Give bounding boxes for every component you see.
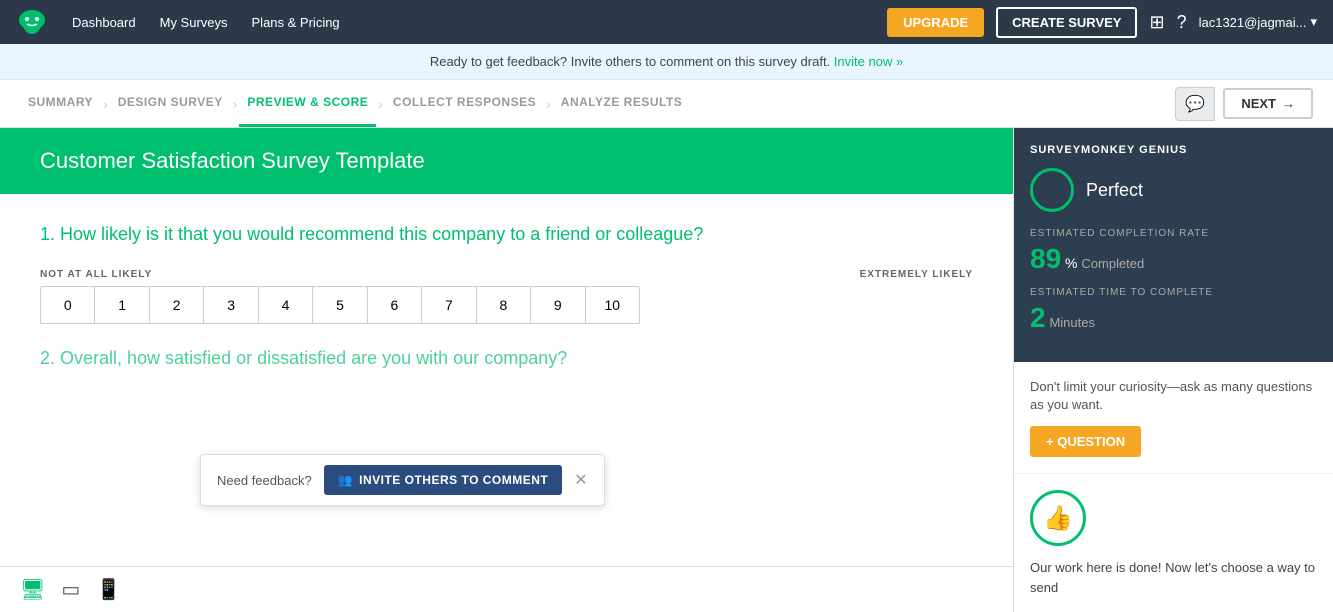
breadcrumb-preview-score[interactable]: PREVIEW & SCORE	[239, 80, 376, 127]
banner-invite-text: Invite others to comment on this survey …	[571, 54, 830, 69]
breadcrumb-collect-responses[interactable]: COLLECT RESPONSES	[385, 80, 544, 127]
breadcrumb-arrow-4: ›	[546, 96, 551, 112]
apps-icon[interactable]: ⊞	[1149, 12, 1164, 33]
scale-cell-10[interactable]: 10	[586, 287, 639, 323]
survey-area: Customer Satisfaction Survey Template 1.…	[0, 128, 1013, 612]
completion-rate-number: 89	[1030, 243, 1061, 274]
nav-plans-pricing[interactable]: Plans & Pricing	[252, 15, 340, 30]
upgrade-button[interactable]: UPGRADE	[887, 8, 984, 37]
scale-cell-6[interactable]: 6	[368, 287, 422, 323]
invite-others-button[interactable]: 👥 INVITE OTHERS TO COMMENT	[324, 465, 563, 495]
right-panel: SURVEYMONKEY GENIUS Perfect ESTIMATED CO…	[1013, 128, 1333, 612]
scale-cell-7[interactable]: 7	[422, 287, 476, 323]
breadcrumb-nav: SUMMARY › DESIGN SURVEY › PREVIEW & SCOR…	[0, 80, 1333, 128]
feedback-popup: Need feedback? 👥 INVITE OTHERS TO COMMEN…	[200, 454, 605, 506]
close-feedback-popup[interactable]: ✕	[574, 470, 587, 490]
invite-banner: Ready to get feedback? Invite others to …	[0, 44, 1333, 80]
main-layout: Customer Satisfaction Survey Template 1.…	[0, 128, 1333, 612]
tip-panel: Don't limit your curiosity—ask as many q…	[1014, 362, 1333, 474]
time-value: 2 Minutes	[1030, 302, 1317, 334]
genius-title: SURVEYMONKEY GENIUS	[1030, 144, 1317, 156]
invite-button-label: INVITE OTHERS TO COMMENT	[359, 473, 548, 487]
breadcrumb-arrow-3: ›	[378, 96, 383, 112]
right-bottom: 👍 Our work here is done! Now let's choos…	[1014, 474, 1333, 612]
time-title: ESTIMATED TIME TO COMPLETE	[1030, 287, 1317, 298]
breadcrumb-design-survey[interactable]: DESIGN SURVEY	[110, 80, 231, 127]
tip-text: Don't limit your curiosity—ask as many q…	[1030, 378, 1317, 414]
scale-labels: NOT AT ALL LIKELY EXTREMELY LIKELY	[40, 269, 973, 280]
breadcrumb-arrow-2: ›	[233, 96, 238, 112]
create-survey-button[interactable]: CREATE SURVEY	[996, 7, 1137, 38]
breadcrumb-actions: 💬 NEXT →	[1175, 87, 1313, 121]
banner-ready-text: Ready to get feedback?	[430, 54, 567, 69]
question-2-label: 2. Overall, how satisfied or dissatisfie…	[40, 348, 973, 369]
scale-cell-8[interactable]: 8	[477, 287, 531, 323]
breadcrumb-summary[interactable]: SUMMARY	[20, 80, 101, 127]
minutes-text: Minutes	[1049, 315, 1095, 330]
thumbs-up-icon: 👍	[1030, 490, 1086, 546]
completion-rate-stat: ESTIMATED COMPLETION RATE 89 % Completed	[1030, 228, 1317, 275]
top-navigation: Dashboard My Surveys Plans & Pricing UPG…	[0, 0, 1333, 44]
scale-min-label: NOT AT ALL LIKELY	[40, 269, 152, 280]
time-number: 2	[1030, 302, 1046, 333]
scale-cell-9[interactable]: 9	[531, 287, 585, 323]
breadcrumb-arrow-1: ›	[103, 96, 108, 112]
scale-cell-1[interactable]: 1	[95, 287, 149, 323]
nav-links: Dashboard My Surveys Plans & Pricing	[72, 15, 863, 30]
scale-cell-5[interactable]: 5	[313, 287, 367, 323]
completion-rate-title: ESTIMATED COMPLETION RATE	[1030, 228, 1317, 239]
scale-max-label: EXTREMELY LIKELY	[860, 269, 973, 280]
feedback-label: Need feedback?	[217, 473, 312, 488]
right-bottom-text: Our work here is done! Now let's choose …	[1030, 558, 1317, 597]
banner-invite-link[interactable]: Invite now »	[834, 54, 903, 69]
nav-dashboard[interactable]: Dashboard	[72, 15, 136, 30]
scale-cell-3[interactable]: 3	[204, 287, 258, 323]
user-menu[interactable]: lac1321@jagmai... ▾	[1199, 14, 1317, 30]
logo[interactable]	[16, 6, 48, 38]
question-1-label: 1. How likely is it that you would recom…	[40, 224, 973, 245]
add-question-button[interactable]: + QUESTION	[1030, 426, 1141, 457]
tablet-icon[interactable]: ▭	[61, 577, 80, 602]
completion-rate-unit: %	[1065, 255, 1077, 271]
scale-cell-0[interactable]: 0	[41, 287, 95, 323]
device-bar: 🖥 ▭ 📱	[0, 566, 1013, 612]
nav-actions: UPGRADE CREATE SURVEY ⊞ ? lac1321@jagmai…	[887, 7, 1317, 38]
breadcrumb-analyze-results[interactable]: ANALYZE RESULTS	[553, 80, 691, 127]
help-icon[interactable]: ?	[1177, 12, 1187, 33]
survey-title: Customer Satisfaction Survey Template	[40, 148, 973, 174]
desktop-icon[interactable]: 🖥	[20, 577, 45, 602]
nav-my-surveys[interactable]: My Surveys	[160, 15, 228, 30]
scale-cell-2[interactable]: 2	[150, 287, 204, 323]
next-button[interactable]: NEXT →	[1223, 88, 1313, 119]
completion-rate-value: 89 % Completed	[1030, 243, 1317, 275]
genius-panel: SURVEYMONKEY GENIUS Perfect ESTIMATED CO…	[1014, 128, 1333, 362]
mobile-icon[interactable]: 📱	[96, 577, 121, 602]
time-stat: ESTIMATED TIME TO COMPLETE 2 Minutes	[1030, 287, 1317, 334]
scale-row: 012345678910	[40, 286, 640, 324]
survey-header: Customer Satisfaction Survey Template	[0, 128, 1013, 194]
score-circle	[1030, 168, 1074, 212]
genius-score: Perfect	[1030, 168, 1317, 212]
comment-toggle-button[interactable]: 💬	[1175, 87, 1215, 121]
scale-cell-4[interactable]: 4	[259, 287, 313, 323]
survey-content: 1. How likely is it that you would recom…	[0, 194, 1013, 566]
score-label: Perfect	[1086, 180, 1143, 201]
completed-text: Completed	[1081, 256, 1144, 271]
invite-icon: 👥	[338, 473, 353, 487]
